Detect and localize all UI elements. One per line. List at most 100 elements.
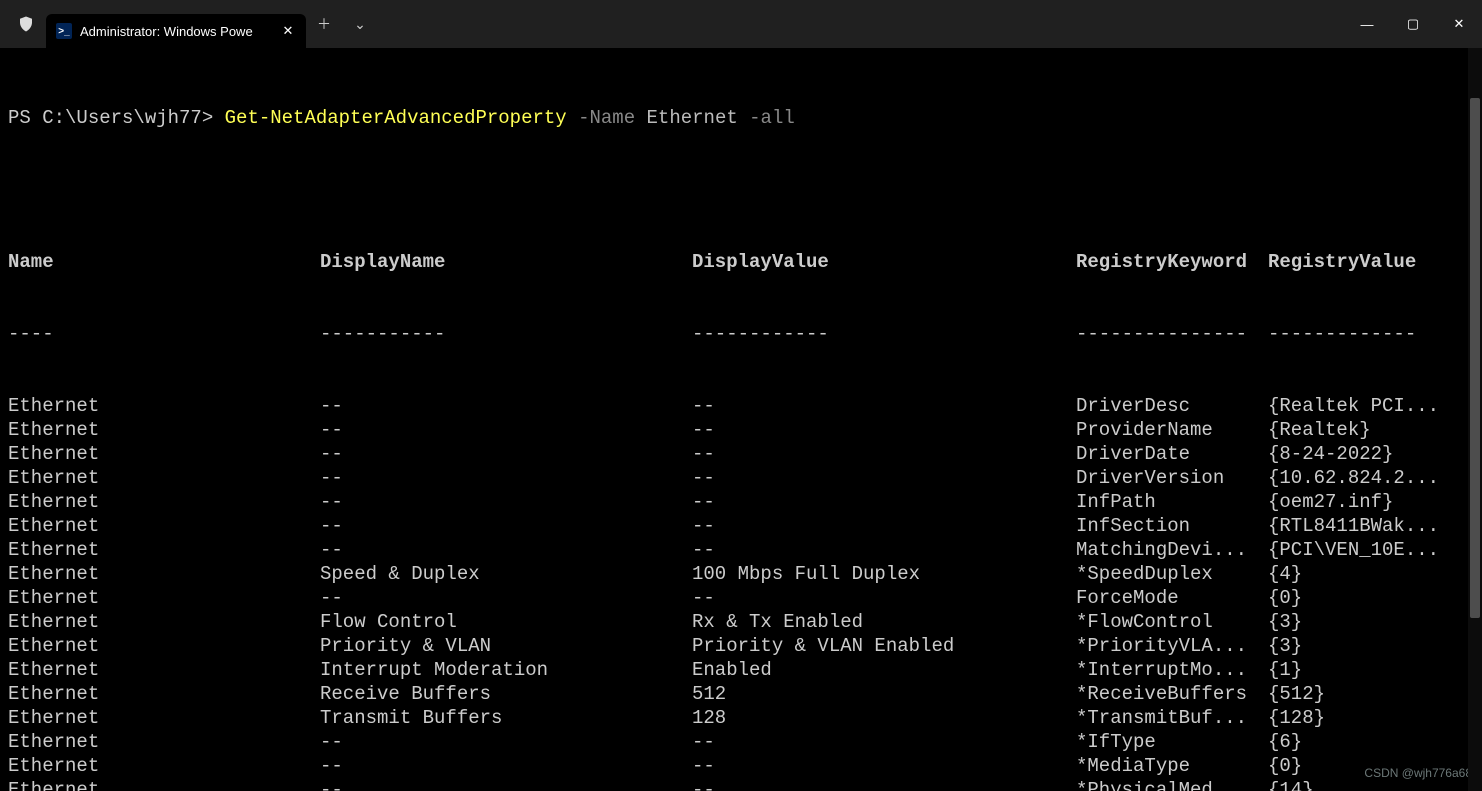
- new-tab-button[interactable]: ＋: [306, 8, 342, 40]
- cell-name: Ethernet: [8, 778, 320, 791]
- cell-registryvalue: {4}: [1268, 562, 1474, 586]
- cell-displayvalue: 512: [692, 682, 1076, 706]
- table-row: Ethernet----MatchingDevi...{PCI\VEN_10E.…: [8, 538, 1474, 562]
- cell-registrykeyword: *TransmitBuf...: [1076, 706, 1268, 730]
- cell-displayname: --: [320, 466, 692, 490]
- cell-registryvalue: {0}: [1268, 586, 1474, 610]
- cell-name: Ethernet: [8, 394, 320, 418]
- cell-registryvalue: {6}: [1268, 730, 1474, 754]
- table-row: Ethernet----DriverDesc{Realtek PCI...: [8, 394, 1474, 418]
- cell-displayname: --: [320, 442, 692, 466]
- cell-name: Ethernet: [8, 682, 320, 706]
- table-row: EthernetFlow ControlRx & Tx Enabled*Flow…: [8, 610, 1474, 634]
- arg-name: Ethernet: [647, 107, 738, 129]
- cell-name: Ethernet: [8, 634, 320, 658]
- table-row: EthernetReceive Buffers512*ReceiveBuffer…: [8, 682, 1474, 706]
- cell-displayvalue: 128: [692, 706, 1076, 730]
- cell-displayvalue: Rx & Tx Enabled: [692, 610, 1076, 634]
- maximize-button[interactable]: ▢: [1390, 0, 1436, 48]
- window: >_ Administrator: Windows Powe ✕ ＋ ⌄ — ▢…: [0, 0, 1482, 791]
- table-row: Ethernet----DriverVersion{10.62.824.2...: [8, 466, 1474, 490]
- cell-displayvalue: --: [692, 538, 1076, 562]
- table-row: Ethernet----DriverDate{8-24-2022}: [8, 442, 1474, 466]
- table-row: Ethernet----*MediaType{0}: [8, 754, 1474, 778]
- param-name: -Name: [567, 107, 647, 129]
- table-row: EthernetPriority & VLANPriority & VLAN E…: [8, 634, 1474, 658]
- cell-registrykeyword: *IfType: [1076, 730, 1268, 754]
- cell-displayname: Receive Buffers: [320, 682, 692, 706]
- cell-registrykeyword: DriverDesc: [1076, 394, 1268, 418]
- tab-dropdown-button[interactable]: ⌄: [342, 8, 378, 40]
- header-registrykeyword: RegistryKeyword: [1076, 250, 1268, 274]
- cell-displayname: Transmit Buffers: [320, 706, 692, 730]
- cell-displayname: --: [320, 730, 692, 754]
- cell-registryvalue: {128}: [1268, 706, 1474, 730]
- cell-registryvalue: {3}: [1268, 634, 1474, 658]
- cell-displayvalue: --: [692, 778, 1076, 791]
- table-row: EthernetInterrupt ModerationEnabled*Inte…: [8, 658, 1474, 682]
- cell-displayvalue: Enabled: [692, 658, 1076, 682]
- cell-displayname: --: [320, 586, 692, 610]
- cell-displayname: --: [320, 778, 692, 791]
- cell-name: Ethernet: [8, 730, 320, 754]
- cell-name: Ethernet: [8, 706, 320, 730]
- table-row: Ethernet----ForceMode{0}: [8, 586, 1474, 610]
- cell-registryvalue: {512}: [1268, 682, 1474, 706]
- header-displayvalue: DisplayValue: [692, 250, 1076, 274]
- cell-displayname: Priority & VLAN: [320, 634, 692, 658]
- prompt-line: PS C:\Users\wjh77> Get-NetAdapterAdvance…: [8, 106, 1474, 130]
- minimize-button[interactable]: —: [1344, 0, 1390, 48]
- cell-name: Ethernet: [8, 418, 320, 442]
- powershell-icon: >_: [56, 23, 72, 39]
- cell-displayname: --: [320, 538, 692, 562]
- cell-name: Ethernet: [8, 610, 320, 634]
- scrollbar-track[interactable]: [1468, 48, 1482, 791]
- cell-registrykeyword: InfSection: [1076, 514, 1268, 538]
- cell-registryvalue: {Realtek}: [1268, 418, 1474, 442]
- table-row: Ethernet----InfPath{oem27.inf}: [8, 490, 1474, 514]
- cell-displayvalue: --: [692, 442, 1076, 466]
- header-displayname: DisplayName: [320, 250, 692, 274]
- cell-registrykeyword: MatchingDevi...: [1076, 538, 1268, 562]
- cell-registrykeyword: ForceMode: [1076, 586, 1268, 610]
- cell-displayvalue: --: [692, 586, 1076, 610]
- tab-title: Administrator: Windows Powe: [80, 24, 274, 39]
- cell-displayvalue: --: [692, 466, 1076, 490]
- window-controls: — ▢ ✕: [1344, 0, 1482, 48]
- titlebar: >_ Administrator: Windows Powe ✕ ＋ ⌄ — ▢…: [0, 0, 1482, 48]
- cell-name: Ethernet: [8, 514, 320, 538]
- scrollbar-thumb[interactable]: [1470, 98, 1480, 618]
- table-row: EthernetSpeed & Duplex100 Mbps Full Dupl…: [8, 562, 1474, 586]
- cell-name: Ethernet: [8, 562, 320, 586]
- cell-registrykeyword: *SpeedDuplex: [1076, 562, 1268, 586]
- cell-registrykeyword: *InterruptMo...: [1076, 658, 1268, 682]
- cell-displayname: --: [320, 418, 692, 442]
- header-name: Name: [8, 250, 320, 274]
- prompt-prefix: PS C:\Users\wjh77>: [8, 107, 225, 129]
- cell-name: Ethernet: [8, 466, 320, 490]
- cell-registryvalue: {PCI\VEN_10E...: [1268, 538, 1474, 562]
- cell-registrykeyword: *MediaType: [1076, 754, 1268, 778]
- tab-actions: ＋ ⌄: [306, 0, 378, 48]
- cell-registryvalue: {3}: [1268, 610, 1474, 634]
- watermark: CSDN @wjh776a68: [1364, 761, 1472, 785]
- cell-displayname: --: [320, 514, 692, 538]
- cell-registrykeyword: ProviderName: [1076, 418, 1268, 442]
- table-row: EthernetTransmit Buffers128*TransmitBuf.…: [8, 706, 1474, 730]
- active-tab[interactable]: >_ Administrator: Windows Powe ✕: [46, 14, 306, 48]
- close-button[interactable]: ✕: [1436, 0, 1482, 48]
- tab-close-button[interactable]: ✕: [280, 23, 296, 39]
- cell-registryvalue: {Realtek PCI...: [1268, 394, 1474, 418]
- terminal-output[interactable]: PS C:\Users\wjh77> Get-NetAdapterAdvance…: [0, 48, 1482, 791]
- cell-displayvalue: --: [692, 418, 1076, 442]
- cell-registryvalue: {1}: [1268, 658, 1474, 682]
- cell-displayvalue: 100 Mbps Full Duplex: [692, 562, 1076, 586]
- table-row: Ethernet----*IfType{6}: [8, 730, 1474, 754]
- cell-registrykeyword: *ReceiveBuffers: [1076, 682, 1268, 706]
- cell-displayname: Flow Control: [320, 610, 692, 634]
- cell-registrykeyword: *PhysicalMed...: [1076, 778, 1268, 791]
- cell-registrykeyword: DriverVersion: [1076, 466, 1268, 490]
- cell-registryvalue: {RTL8411BWak...: [1268, 514, 1474, 538]
- table-row: Ethernet----*PhysicalMed...{14}: [8, 778, 1474, 791]
- cell-registryvalue: {10.62.824.2...: [1268, 466, 1474, 490]
